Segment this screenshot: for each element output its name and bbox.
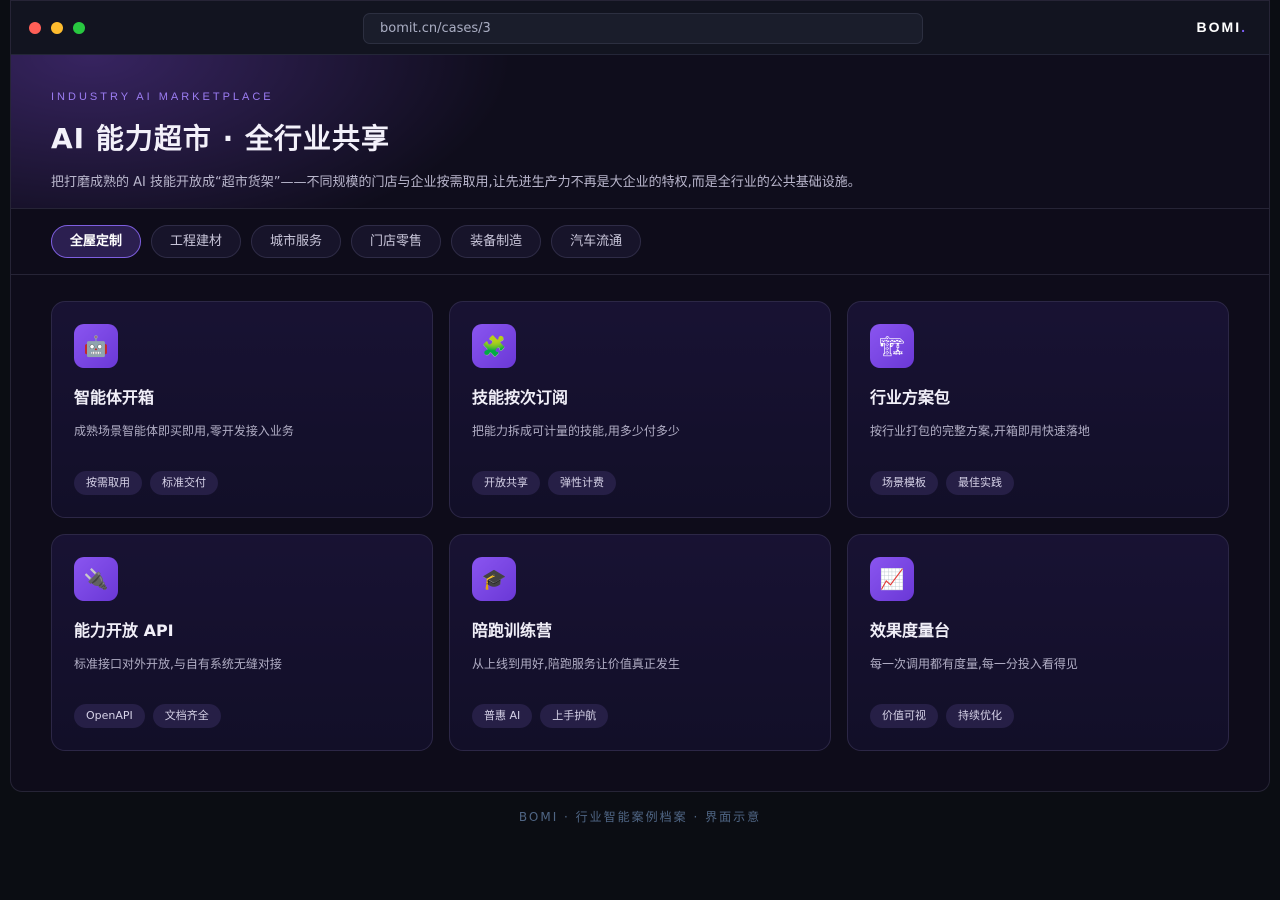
tag-chip: 价值可视 [870,704,938,728]
card-title: 效果度量台 [870,621,951,640]
tag-chip: 弹性计费 [548,471,616,495]
hero-description: 把打磨成熟的 AI 技能开放成“超市货架”——不同规模的门店与企业按需取用,让先… [51,175,861,190]
hero-section: INDUSTRY AI MARKETPLACE AI 能力超市 · 全行业共享 … [11,55,1269,209]
card-tags: OpenAPI 文档齐全 [74,704,221,728]
industry-tabs: 全屋定制 工程建材 城市服务 门店零售 装备制造 汽车流通 [11,209,1269,275]
brand-name: BOMI [1196,19,1242,35]
tag-chip: 标准交付 [150,471,218,495]
window-controls [29,21,85,34]
crane-icon: 🏗 [870,324,914,368]
card-title: 技能按次订阅 [472,388,569,407]
card-title: 智能体开箱 [74,388,155,407]
capability-grid: 🤖 智能体开箱 成熟场景智能体即买即用,零开发接入业务 按需取用 标准交付 🧩 … [51,301,1229,751]
card-tags: 价值可视 持续优化 [870,704,1014,728]
tag-chip: 最佳实践 [946,471,1014,495]
card-description: 标准接口对外开放,与自有系统无缝对接 [74,657,282,671]
tag-chip: 普惠 AI [472,704,533,728]
card-tags: 按需取用 标准交付 [74,471,218,495]
card-effect-metrics[interactable]: 📈 效果度量台 每一次调用都有度量,每一分投入看得见 价值可视 持续优化 [847,534,1229,751]
page-footer: BOMI · 行业智能案例档案 · 界面示意 [518,810,762,824]
close-window-button[interactable] [29,21,41,34]
browser-window: bomit.cn/cases/3 BOMI. INDUSTRY AI MARKE… [10,0,1270,792]
card-description: 从上线到用好,陪跑服务让价值真正发生 [472,657,680,671]
tag-chip: 上手护航 [540,704,609,728]
card-title: 行业方案包 [870,388,951,407]
title-bar: bomit.cn/cases/3 BOMI. [11,1,1269,55]
card-skill-subscription[interactable]: 🧩 技能按次订阅 把能力拆成可计量的技能,用多少付多少 开放共享 弹性计费 [449,301,831,518]
puzzle-icon: 🧩 [472,324,516,368]
graduation-cap-icon: 🎓 [472,557,516,601]
tab-equipment-manufacturing[interactable]: 装备制造 [451,225,542,258]
tag-chip: OpenAPI [74,704,145,728]
minimize-window-button[interactable] [51,21,63,34]
card-title: 能力开放 API [74,621,174,640]
tab-city-services[interactable]: 城市服务 [251,225,342,258]
robot-icon: 🤖 [74,324,118,368]
card-open-api[interactable]: 🔌 能力开放 API 标准接口对外开放,与自有系统无缝对接 OpenAPI 文档… [51,534,433,751]
card-description: 成熟场景智能体即买即用,零开发接入业务 [74,424,294,438]
brand-logo: BOMI. [1197,19,1247,35]
card-training-camp[interactable]: 🎓 陪跑训练营 从上线到用好,陪跑服务让价值真正发生 普惠 AI 上手护航 [449,534,831,751]
tag-chip: 场景模板 [870,471,938,495]
card-description: 按行业打包的完整方案,开箱即用快速落地 [870,424,1090,438]
tab-building-materials[interactable]: 工程建材 [151,225,242,258]
brand-dot: . [1241,19,1247,35]
card-agent-out-of-box[interactable]: 🤖 智能体开箱 成熟场景智能体即买即用,零开发接入业务 按需取用 标准交付 [51,301,433,518]
hero-eyebrow: INDUSTRY AI MARKETPLACE [51,91,274,103]
tag-chip: 按需取用 [74,471,142,495]
maximize-window-button[interactable] [73,21,85,34]
tag-chip: 持续优化 [946,704,1014,728]
tab-auto-distribution[interactable]: 汽车流通 [551,225,642,258]
card-tags: 普惠 AI 上手护航 [472,704,609,728]
address-bar[interactable]: bomit.cn/cases/3 [363,13,923,44]
page-title: AI 能力超市 · 全行业共享 [51,122,390,155]
tab-whole-house-custom[interactable]: 全屋定制 [51,225,142,258]
tag-chip: 开放共享 [472,471,540,495]
card-tags: 开放共享 弹性计费 [472,471,616,495]
card-industry-solution-pack[interactable]: 🏗 行业方案包 按行业打包的完整方案,开箱即用快速落地 场景模板 最佳实践 [847,301,1229,518]
card-description: 把能力拆成可计量的技能,用多少付多少 [472,424,680,438]
tab-store-retail[interactable]: 门店零售 [351,225,442,258]
plug-icon: 🔌 [74,557,118,601]
chart-increasing-icon: 📈 [870,557,914,601]
card-description: 每一次调用都有度量,每一分投入看得见 [870,657,1078,671]
card-title: 陪跑训练营 [472,621,553,640]
card-tags: 场景模板 最佳实践 [870,471,1014,495]
tag-chip: 文档齐全 [152,704,221,728]
